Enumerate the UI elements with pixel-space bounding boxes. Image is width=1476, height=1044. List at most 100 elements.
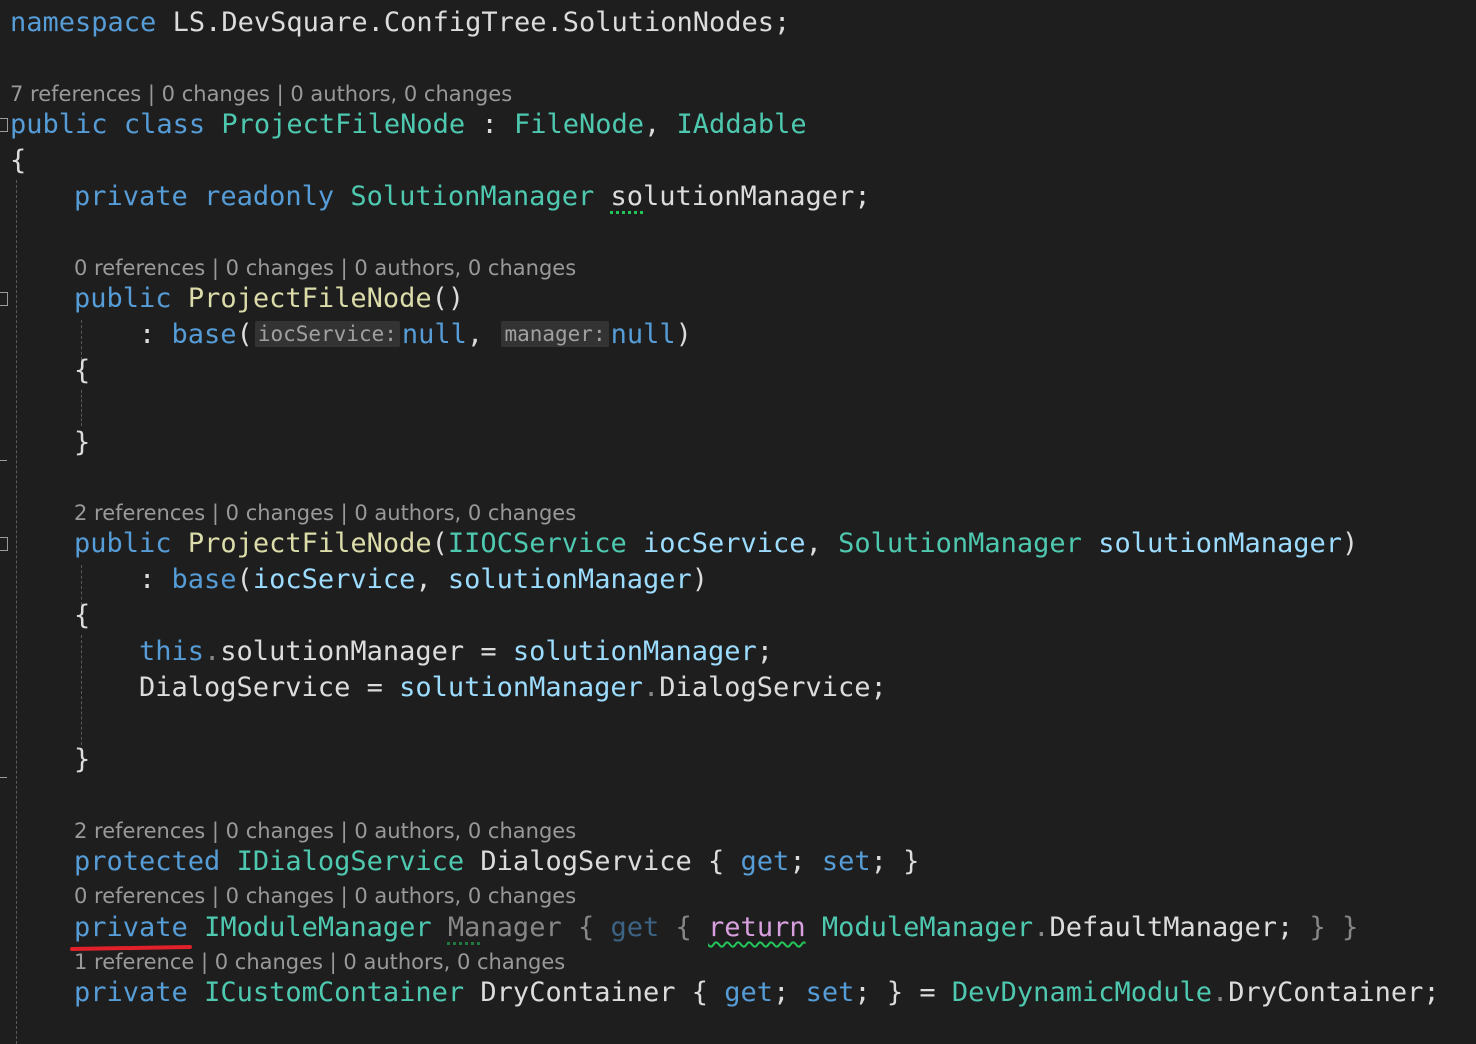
colon: : (465, 109, 514, 140)
dot: . (204, 636, 221, 667)
property-name: DefaultManager (1049, 912, 1278, 943)
collapse-toggle-icon[interactable] (0, 537, 8, 551)
codelens-prop2[interactable]: 0 references | 0 changes | 0 authors, 0 … (74, 883, 576, 909)
return-keyword[interactable]: return (708, 912, 806, 943)
code-line-ctor1[interactable]: public ProjectFileNode() (74, 281, 464, 317)
colon: : (139, 564, 172, 595)
code-line-close-brace[interactable]: } (74, 425, 90, 461)
accessor: get (610, 912, 660, 943)
keyword: class (123, 109, 206, 140)
accessor: set (805, 977, 855, 1008)
code-line-close-brace[interactable]: } (74, 742, 90, 778)
fold-end-marker (0, 777, 7, 778)
brace: } (74, 744, 91, 775)
property-name: nager (480, 912, 562, 943)
codelens-prop3[interactable]: 1 reference | 0 changes | 0 authors, 0 c… (74, 949, 565, 975)
member: solutionManager (220, 636, 465, 667)
class-name: DevDynamicModule (951, 977, 1212, 1008)
keyword: private (74, 977, 188, 1008)
keyword: readonly (204, 181, 335, 212)
paren: ) (1342, 528, 1359, 559)
code-line-prop2[interactable]: private IModuleManager Manager { get { r… (74, 910, 1358, 946)
keyword: base (171, 319, 237, 350)
brace: { (10, 145, 27, 176)
paren: ) (691, 564, 708, 595)
accessor: get (724, 977, 774, 1008)
comma: , (805, 528, 839, 559)
codelens-ctor1[interactable]: 0 references | 0 changes | 0 authors, 0 … (74, 255, 576, 281)
semicolon: ; (1277, 912, 1310, 943)
brace: { (74, 355, 91, 386)
brace: { (691, 846, 741, 877)
codelens-class[interactable]: 7 references | 0 changes | 0 authors, 0 … (10, 81, 512, 107)
keyword: namespace (10, 7, 157, 38)
argument: solutionManager (447, 564, 692, 595)
property-name-suggestion[interactable]: Ma (448, 912, 481, 943)
dot: . (1212, 977, 1229, 1008)
comma: , (644, 109, 677, 140)
code-line-ctor2[interactable]: public ProjectFileNode(IIOCService iocSe… (74, 526, 1358, 562)
inline-parameter-hint: iocService: (254, 321, 400, 347)
keyword: base (171, 564, 237, 595)
code-line-field[interactable]: private readonly SolutionManager solutio… (74, 179, 871, 215)
operator: = (464, 636, 513, 667)
argument: iocService (252, 564, 416, 595)
parameter: solutionManager (512, 636, 757, 667)
brace: { (74, 600, 91, 631)
member: DialogService (659, 672, 871, 703)
operator: = (350, 672, 400, 703)
comma: , (415, 564, 448, 595)
code-line-open-brace[interactable]: { (74, 598, 90, 634)
type-name: SolutionManager (838, 528, 1082, 559)
brace: } (74, 427, 91, 458)
property-name: DryContainer (480, 977, 676, 1008)
field-name-suggestion[interactable]: so (610, 181, 643, 212)
class-name: ProjectFileNode (221, 109, 466, 140)
brace: { (659, 912, 709, 943)
code-line-class-declaration[interactable]: public class ProjectFileNode : FileNode,… (10, 107, 807, 143)
code-line-open-brace[interactable]: { (10, 143, 26, 179)
indent-guide (16, 180, 17, 1044)
interface-name: IAddable (676, 109, 807, 140)
type-name: SolutionManager (350, 181, 595, 212)
ctor-name: ProjectFileNode (187, 528, 432, 559)
brace: } (903, 846, 920, 877)
collapse-toggle-icon[interactable] (0, 118, 8, 132)
brace: } = (886, 977, 952, 1008)
paren: ( (236, 319, 253, 350)
accessor: get (740, 846, 790, 877)
type-name: IModuleManager (204, 912, 432, 943)
parameter: solutionManager (399, 672, 643, 703)
semicolon: ; (870, 672, 887, 703)
brace: { (675, 977, 725, 1008)
brace: } } (1309, 912, 1359, 943)
code-line-assignment[interactable]: DialogService = solutionManager.DialogSe… (139, 670, 887, 706)
code-line-ctor1-base[interactable]: : base(iocService: null, manager: null) (139, 317, 692, 353)
semicolon: ; (854, 181, 871, 212)
keyword: public (74, 528, 172, 559)
accessor: set (821, 846, 871, 877)
type-name: IDialogService (236, 846, 465, 877)
comma: , (466, 319, 500, 350)
codelens-prop1[interactable]: 2 references | 0 changes | 0 authors, 0 … (74, 818, 576, 844)
semicolon: ; (773, 977, 806, 1008)
code-line-open-brace[interactable]: { (74, 353, 90, 389)
keyword: public (74, 283, 172, 314)
ctor-name: ProjectFileNode (187, 283, 432, 314)
parameter: solutionManager (1098, 528, 1343, 559)
code-line-namespace[interactable]: namespace LS.DevSquare.ConfigTree.Soluti… (10, 5, 790, 41)
keyword: this (139, 636, 205, 667)
code-line-ctor2-base[interactable]: : base(iocService, solutionManager) (139, 562, 708, 598)
inline-parameter-hint: manager: (501, 321, 609, 347)
code-line-assignment[interactable]: this.solutionManager = solutionManager; (139, 634, 773, 670)
parameter: iocService (643, 528, 806, 559)
code-line-prop3[interactable]: private ICustomContainer DryContainer { … (74, 975, 1440, 1011)
code-line-prop1[interactable]: protected IDialogService DialogService {… (74, 844, 919, 880)
null-literal: null (401, 319, 467, 350)
codelens-ctor2[interactable]: 2 references | 0 changes | 0 authors, 0 … (74, 500, 576, 526)
brace: { (561, 912, 611, 943)
property-name: DialogService (480, 846, 692, 877)
fold-end-marker (0, 460, 7, 461)
indent-guide (81, 635, 82, 745)
collapse-toggle-icon[interactable] (0, 292, 8, 306)
